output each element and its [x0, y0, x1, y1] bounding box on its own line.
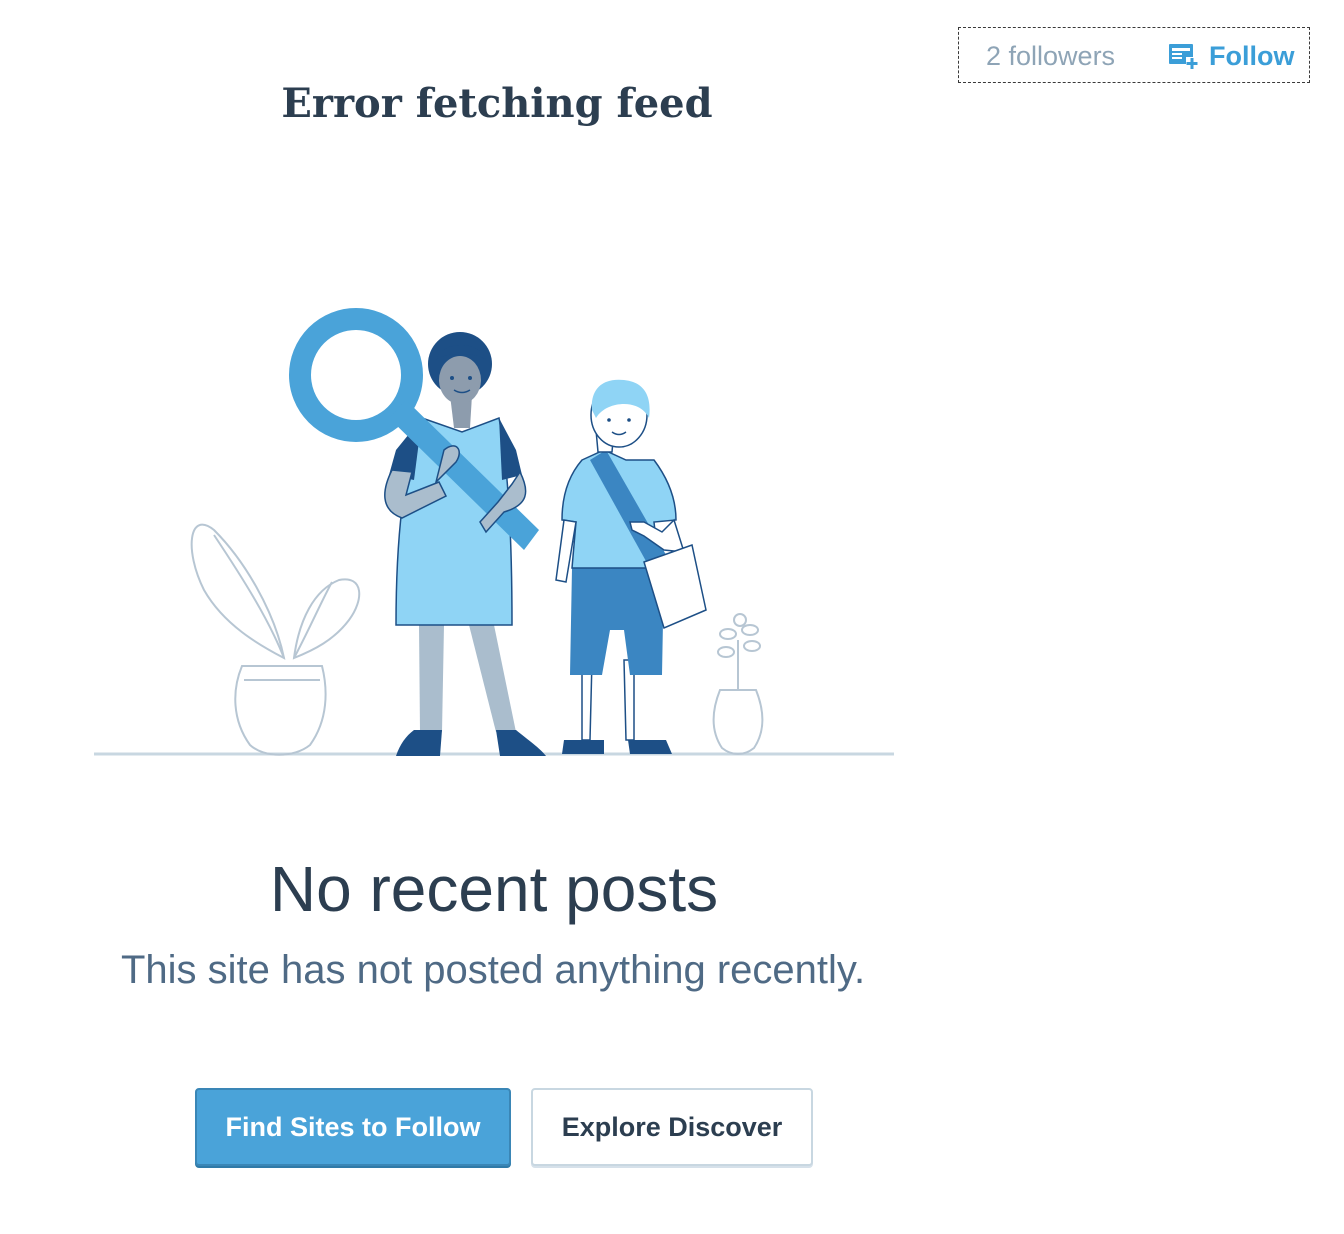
follow-header: 2 followers Follow: [958, 27, 1310, 83]
follow-label: Follow: [1209, 40, 1295, 71]
follow-button[interactable]: Follow: [1167, 28, 1294, 84]
empty-state-title: No recent posts: [269, 853, 719, 925]
followers-count: 2 followers: [986, 41, 1116, 71]
empty-state-illustration: [84, 300, 904, 770]
reader-follow-icon: [1167, 40, 1199, 72]
find-sites-button[interactable]: Find Sites to Follow: [195, 1088, 511, 1166]
feed-title: Error fetching feed: [281, 80, 713, 127]
explore-discover-button[interactable]: Explore Discover: [531, 1088, 813, 1166]
empty-state-line: This site has not posted anything recent…: [120, 948, 866, 992]
